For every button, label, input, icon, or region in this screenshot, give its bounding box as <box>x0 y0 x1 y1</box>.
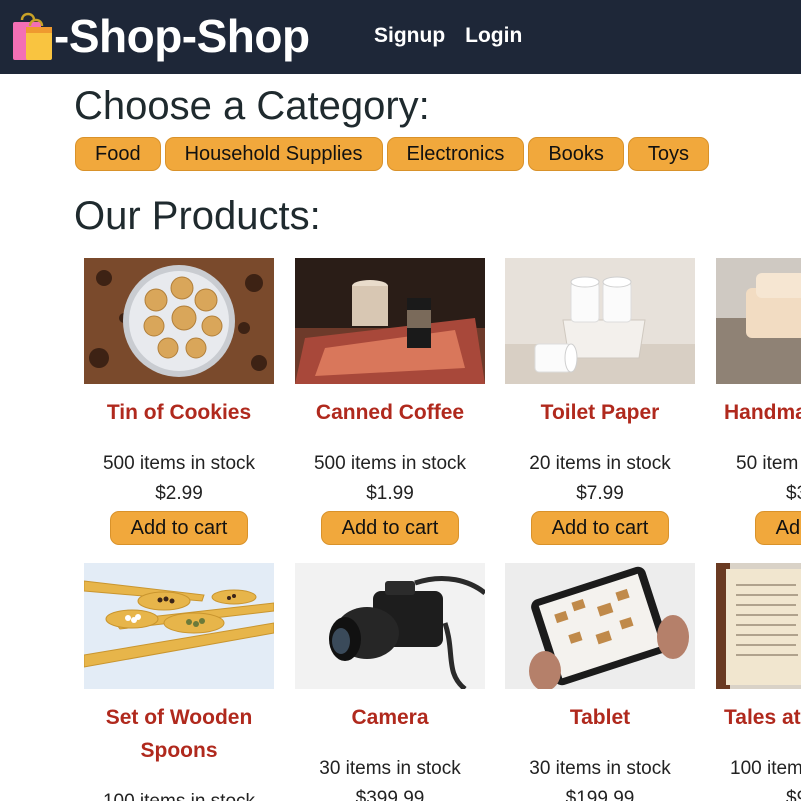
product-price: $1.99 <box>366 483 414 504</box>
product-card: Tales at 100 item $9 <box>716 563 801 801</box>
product-image[interactable] <box>84 258 274 384</box>
product-image[interactable] <box>295 258 485 384</box>
book-image <box>716 563 801 689</box>
add-to-cart-button[interactable]: Add to cart <box>531 511 669 545</box>
product-image[interactable] <box>505 563 695 689</box>
top-nav: -Shop-Shop Signup Login <box>0 0 801 74</box>
product-name-link[interactable]: Canned Coffee <box>295 396 485 429</box>
product-card: Set of Wooden Spoons 100 items in stock <box>84 563 274 801</box>
product-card: Toilet Paper 20 items in stock $7.99 Add… <box>505 258 695 545</box>
products-heading: Our Products: <box>74 194 321 238</box>
product-stock: 100 items in stock <box>84 787 274 801</box>
product-card: Handma 50 item $3 Add to cart <box>716 258 801 545</box>
product-name-link[interactable]: Tin of Cookies <box>84 396 274 429</box>
brand[interactable]: -Shop-Shop <box>8 10 310 62</box>
product-price: $399.99 <box>355 788 425 801</box>
product-image[interactable] <box>505 258 695 384</box>
product-stock: 20 items in stock <box>529 453 671 474</box>
login-link[interactable]: Login <box>465 24 522 48</box>
product-price: $199.99 <box>565 788 635 801</box>
shopping-bags-icon <box>13 12 52 60</box>
spoons-image <box>84 563 274 689</box>
product-card: Canned Coffee 500 items in stock $1.99 A… <box>295 258 485 545</box>
add-to-cart-button[interactable]: Add to cart <box>110 511 248 545</box>
product-stock: 500 items in stock <box>313 453 467 474</box>
camera-image <box>295 563 485 689</box>
product-card: Tablet 30 items in stock $199.99 <box>505 563 695 801</box>
category-heading: Choose a Category: <box>74 84 430 128</box>
category-household-button[interactable]: Household Supplies <box>164 137 383 171</box>
product-card: Tin of Cookies 500 items in stock $2.99 … <box>84 258 274 545</box>
product-image[interactable] <box>716 258 801 384</box>
tablet-image <box>505 563 695 689</box>
coffee-image <box>295 258 485 384</box>
product-stock: 500 items in stock <box>102 453 256 474</box>
product-image[interactable] <box>295 563 485 689</box>
product-price: $3 <box>786 483 801 504</box>
product-stock: 50 item <box>736 453 799 474</box>
signup-link[interactable]: Signup <box>374 24 445 48</box>
category-food-button[interactable]: Food <box>75 137 161 171</box>
cookies-image <box>84 258 274 384</box>
product-grid: Tin of Cookies 500 items in stock $2.99 … <box>84 258 801 801</box>
add-to-cart-button[interactable]: Add to cart <box>755 511 801 545</box>
product-card: Camera 30 items in stock $399.99 <box>295 563 485 801</box>
category-toys-button[interactable]: Toys <box>627 137 710 171</box>
product-name-link[interactable]: Set of Wooden Spoons <box>84 701 274 767</box>
product-stock: 30 items in stock <box>529 758 671 779</box>
brand-title: -Shop-Shop <box>54 10 310 62</box>
product-name-link[interactable]: Camera <box>295 701 485 734</box>
product-price: $9 <box>786 788 801 801</box>
product-price: $7.99 <box>576 483 624 504</box>
category-list: Food Household Supplies Electronics Book… <box>75 137 710 171</box>
nav-links: Signup Login <box>374 24 522 48</box>
add-to-cart-button[interactable]: Add to cart <box>321 511 459 545</box>
toilet-paper-image <box>505 258 695 384</box>
product-name-link[interactable]: Tablet <box>505 701 695 734</box>
product-name-link[interactable]: Tales at <box>716 701 801 734</box>
product-image[interactable] <box>716 563 801 689</box>
product-price: $2.99 <box>155 483 203 504</box>
product-stock: 100 item <box>730 758 801 779</box>
category-electronics-button[interactable]: Electronics <box>386 137 525 171</box>
soap-image <box>716 258 801 384</box>
category-books-button[interactable]: Books <box>528 137 624 171</box>
product-name-link[interactable]: Toilet Paper <box>505 396 695 429</box>
product-image[interactable] <box>84 563 274 689</box>
product-stock: 30 items in stock <box>319 758 461 779</box>
product-name-link[interactable]: Handma <box>716 396 801 429</box>
